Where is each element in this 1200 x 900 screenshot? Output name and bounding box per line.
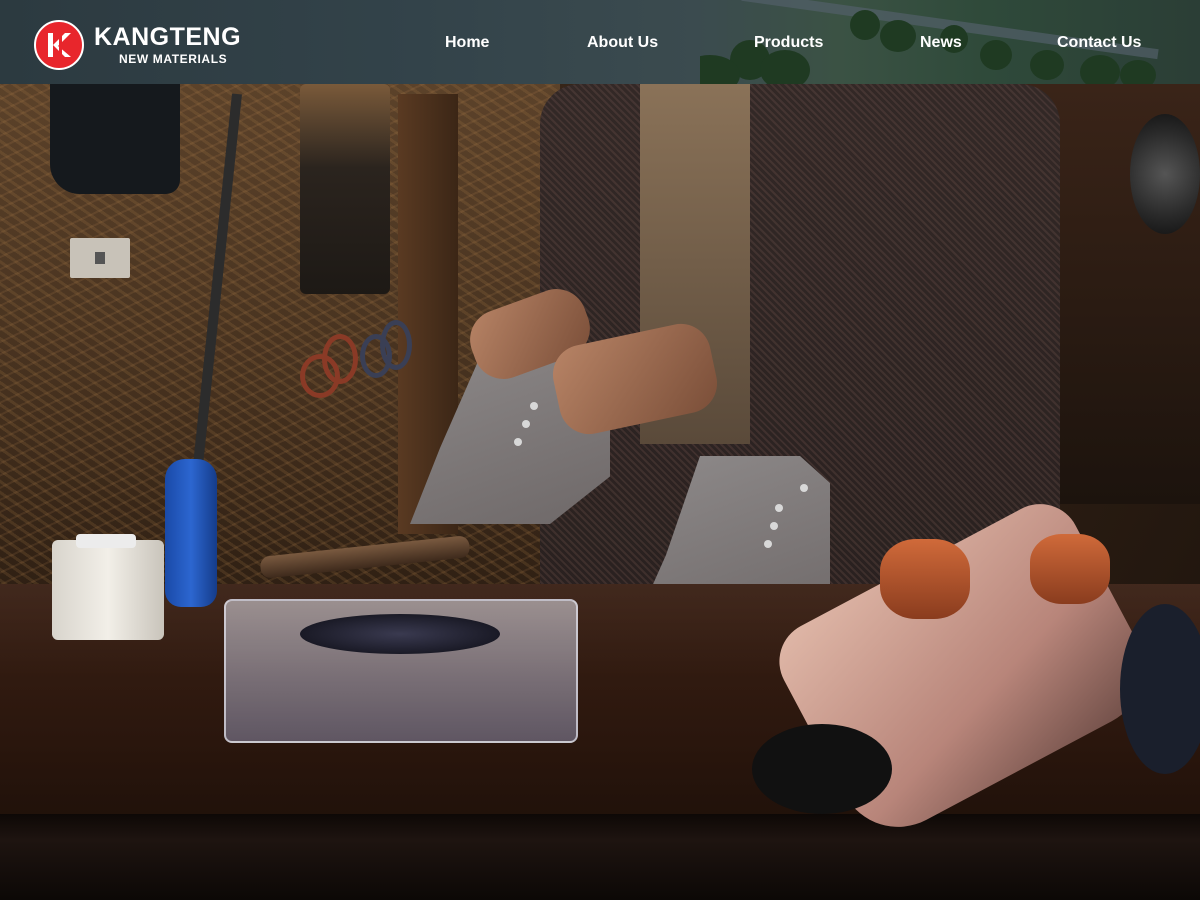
tray-contents bbox=[300, 614, 500, 654]
rivet bbox=[770, 522, 778, 530]
nav-news[interactable]: News bbox=[920, 34, 962, 52]
hero-image bbox=[0, 84, 1200, 900]
machine-wheel bbox=[1130, 114, 1200, 234]
nav-about-us[interactable]: About Us bbox=[587, 34, 658, 52]
rivet bbox=[522, 420, 530, 428]
rivet bbox=[530, 402, 538, 410]
glue-bottle bbox=[52, 540, 164, 640]
rivet bbox=[800, 484, 808, 492]
blue-dispenser bbox=[165, 459, 217, 607]
nav-home[interactable]: Home bbox=[445, 34, 489, 52]
page: KANGTENG NEW MATERIALS Home About Us Pro… bbox=[0, 0, 1200, 900]
site-header: KANGTENG NEW MATERIALS Home About Us Pro… bbox=[0, 0, 1200, 84]
shoe-last-heel-2 bbox=[1030, 534, 1110, 604]
shoe-last-toe bbox=[752, 724, 892, 814]
scissors-icon bbox=[322, 334, 358, 384]
main-nav: Home About Us Products News Contact Us bbox=[0, 0, 1200, 84]
rivet bbox=[764, 540, 772, 548]
wall-outlet bbox=[70, 238, 130, 278]
workbench-edge bbox=[0, 814, 1200, 900]
shoe-last-back bbox=[1120, 604, 1200, 774]
shoe-last-heel bbox=[880, 539, 970, 619]
hanging-cloth bbox=[50, 84, 180, 194]
hanging-tool bbox=[300, 84, 390, 294]
scissors-icon bbox=[380, 320, 412, 370]
rivet bbox=[775, 504, 783, 512]
nav-contact-us[interactable]: Contact Us bbox=[1057, 34, 1141, 52]
rivet bbox=[514, 438, 522, 446]
nav-products[interactable]: Products bbox=[754, 34, 823, 52]
glue-bottle-cap bbox=[76, 534, 136, 548]
